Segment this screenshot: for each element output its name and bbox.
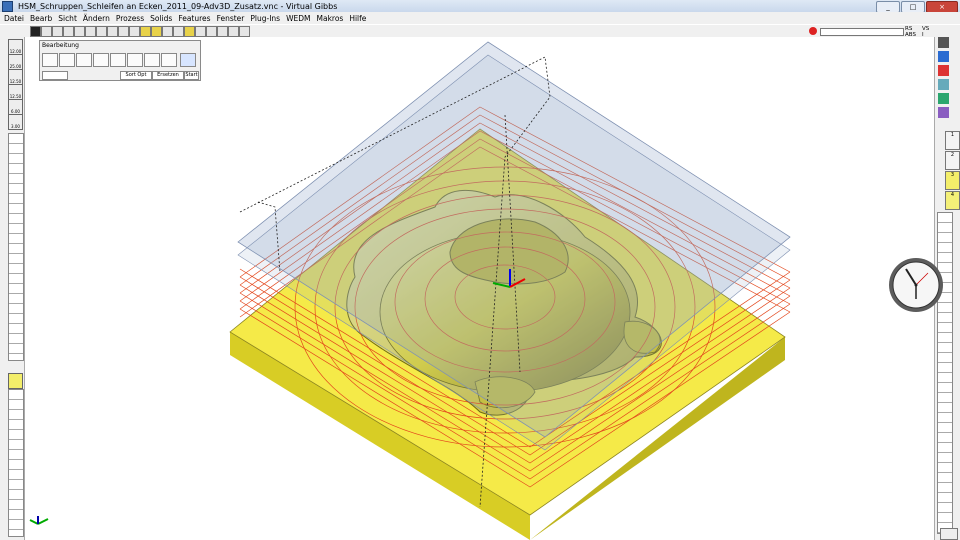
menu-wedm[interactable]: WEDM [286, 14, 310, 23]
stop-icon[interactable] [809, 27, 817, 35]
toolpath-icon[interactable] [206, 26, 217, 37]
menu-plug-ins[interactable]: Plug-Ins [250, 14, 280, 23]
palette-mode-icons[interactable] [42, 71, 68, 80]
help-icon[interactable] [239, 26, 250, 37]
zoom-icon[interactable] [118, 26, 129, 37]
palette-title: Bearbeitung [42, 42, 79, 49]
menu-bar: Datei Bearb Sicht Ändern Prozess Solids … [0, 12, 960, 24]
plane-icon[interactable] [107, 26, 118, 37]
menu-aendern[interactable]: Ändern [83, 14, 110, 23]
tool-slot-4[interactable]: 4 [945, 191, 960, 210]
solid-icon[interactable] [140, 26, 151, 37]
slot-label: 2 [950, 152, 955, 158]
menu-datei[interactable]: Datei [4, 14, 24, 23]
rough-icon[interactable] [144, 53, 160, 67]
layer-icon[interactable] [184, 26, 195, 37]
operations-scroll-lower[interactable] [8, 389, 24, 537]
finish-icon[interactable] [161, 53, 177, 67]
menu-fenster[interactable]: Fenster [217, 14, 245, 23]
color-icon[interactable] [173, 26, 184, 37]
tool-6[interactable]: 3.00 [8, 114, 23, 130]
drill-icon[interactable] [42, 53, 58, 67]
active-operation[interactable] [8, 373, 23, 389]
clock-widget [888, 257, 944, 313]
shade-icon[interactable] [85, 26, 96, 37]
menu-makros[interactable]: Makros [317, 14, 344, 23]
menu-features[interactable]: Features [178, 14, 210, 23]
app-icon[interactable] [2, 0, 13, 12]
tool-icon[interactable] [938, 65, 949, 76]
grid-icon[interactable] [63, 26, 74, 37]
start-button[interactable]: Start [184, 71, 199, 80]
tool-2[interactable]: 25.00 [8, 54, 23, 70]
slot-label: 4 [950, 192, 955, 198]
tool-slot-2[interactable]: 2 [945, 151, 960, 170]
geometry-icon[interactable] [938, 93, 949, 104]
material-icon[interactable] [938, 51, 949, 62]
wire-icon[interactable] [74, 26, 85, 37]
menu-prozess[interactable]: Prozess [116, 14, 144, 23]
tool-slot-3[interactable]: 3 [945, 171, 960, 190]
menu-bearb[interactable]: Bearb [30, 14, 52, 23]
tool-slot-1[interactable]: 1 [945, 131, 960, 150]
status-button[interactable] [940, 528, 958, 540]
menu-hilfe[interactable]: Hilfe [349, 14, 366, 23]
tool-list-panel: 12.00 25.00 12.50 12.50 6.00 3.00 [0, 37, 25, 540]
v-icon[interactable] [180, 53, 196, 67]
document-icon[interactable] [195, 26, 206, 37]
rotate-icon[interactable] [129, 26, 140, 37]
window-title: HSM_Schruppen_Schleifen an Ecken_2011_09… [18, 1, 338, 11]
title-bar: HSM_Schruppen_Schleifen an Ecken_2011_09… [0, 0, 960, 13]
tool-3[interactable]: 12.50 [8, 69, 23, 85]
contour-icon[interactable] [76, 53, 92, 67]
axis-triad-icon [28, 512, 50, 528]
surface-icon[interactable] [151, 26, 162, 37]
graphics-viewport[interactable] [25, 37, 934, 540]
tool-size: 3.00 [11, 124, 20, 129]
menu-solids[interactable]: Solids [150, 14, 172, 23]
tool-1[interactable]: 12.00 [8, 39, 23, 55]
hidden-icon[interactable] [96, 26, 107, 37]
menu-sicht[interactable]: Sicht [58, 14, 77, 23]
face-icon[interactable] [93, 53, 109, 67]
thread-icon[interactable] [110, 53, 126, 67]
surface-mill-icon[interactable] [127, 53, 143, 67]
tool-4[interactable]: 12.50 [8, 84, 23, 100]
text-tool-icon[interactable] [41, 26, 52, 37]
flag-icon[interactable] [217, 26, 228, 37]
tool-5[interactable]: 6.00 [8, 99, 23, 115]
clock-face [889, 258, 943, 312]
bearbeitung-palette: Bearbeitung Sort Opt Ersetzen Start [39, 40, 201, 81]
slot-label: 1 [950, 132, 955, 138]
material-icon[interactable] [162, 26, 173, 37]
operations-scroll[interactable] [8, 133, 24, 361]
slot-label: 3 [950, 172, 955, 178]
palette-icon[interactable] [938, 37, 949, 48]
layer-icon[interactable] [938, 79, 949, 90]
print-icon[interactable] [228, 26, 239, 37]
model-view [229, 41, 791, 540]
sort-opt-button[interactable]: Sort Opt [120, 71, 152, 80]
features-icon[interactable] [938, 107, 949, 118]
select-tool-icon[interactable] [30, 26, 41, 37]
pocket-icon[interactable] [59, 53, 75, 67]
replace-button[interactable]: Ersetzen [152, 71, 184, 80]
command-input[interactable] [820, 28, 904, 36]
view-icon[interactable] [52, 26, 63, 37]
